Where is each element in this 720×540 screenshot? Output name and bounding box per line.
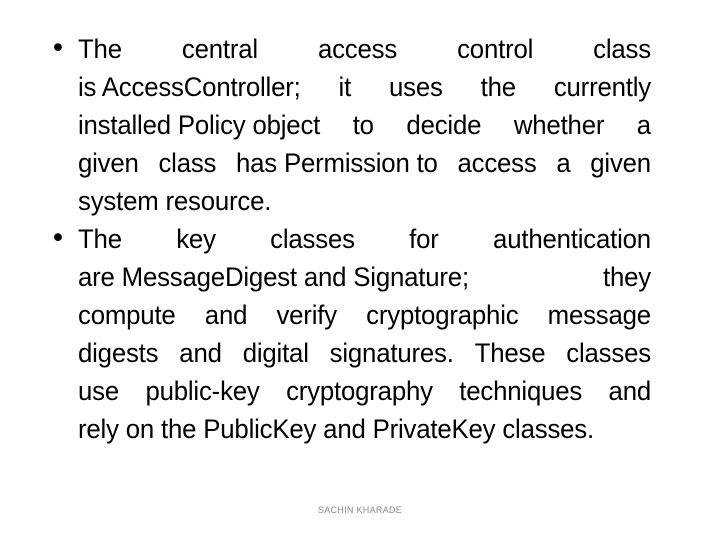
- text-run: verify: [276, 300, 337, 330]
- text-run: techniques: [459, 376, 583, 406]
- text-run: cryptographic: [366, 300, 519, 330]
- text-run: for: [409, 224, 439, 254]
- bullet-text-access-control: The central access control class is AccessCon…: [78, 30, 651, 220]
- text-line: system resource.: [78, 186, 272, 216]
- bullet-item-authentication: • The key classes for authentication are Mess…: [44, 220, 678, 448]
- text-line: is AccessController; it uses the currently: [78, 68, 651, 106]
- text-run: access: [457, 148, 537, 178]
- text-run: message: [547, 300, 651, 330]
- text-run: classes: [566, 338, 651, 368]
- text-line: The key classes for authentication: [78, 220, 651, 258]
- text-run: currently: [553, 72, 651, 102]
- text-run: class: [158, 148, 217, 178]
- bullet-item-access-control: • The central access control class is AccessC…: [44, 30, 678, 220]
- text-run: given: [590, 148, 651, 178]
- bullet-marker-icon: •: [50, 33, 66, 64]
- text-run: a: [556, 148, 571, 178]
- slide-canvas: • The central access control class is AccessC…: [0, 0, 720, 540]
- text-run: key: [176, 224, 216, 254]
- text-run: public-key: [145, 376, 260, 406]
- text-run: given: [78, 148, 139, 178]
- text-run: use: [78, 376, 120, 406]
- text-run: the: [480, 72, 516, 102]
- text-run: digital: [242, 338, 309, 368]
- slide-body-content: • The central access control class is AccessC…: [44, 30, 678, 448]
- text-run: digests: [78, 338, 159, 368]
- text-run: and: [204, 300, 248, 330]
- text-line: installed Policy object to decide whether a: [78, 106, 651, 144]
- text-line: The central access control class: [78, 30, 651, 68]
- text-line: are MessageDigest and Signature; they: [78, 258, 651, 296]
- text-run: authentication: [493, 224, 651, 254]
- text-run: classes: [270, 224, 355, 254]
- bullet-text-authentication: The key classes for authentication are Messag…: [78, 220, 651, 448]
- text-run: uses: [388, 72, 443, 102]
- text-run: These: [474, 338, 546, 368]
- text-run: control: [457, 34, 534, 64]
- text-run: class: [593, 34, 651, 64]
- text-run: they: [603, 262, 651, 292]
- text-run: cryptography: [286, 376, 433, 406]
- text-line: use public-key cryptography techniques and: [78, 372, 651, 410]
- text-run: a: [636, 110, 651, 140]
- text-run: and: [608, 376, 652, 406]
- text-run: to: [352, 110, 374, 140]
- text-run: installed Policy object: [78, 110, 321, 140]
- text-line: given class has Permission to access a given: [78, 144, 651, 182]
- bullet-marker-icon: •: [50, 223, 66, 254]
- text-run: are MessageDigest and Signature;: [78, 262, 469, 292]
- text-run: and: [179, 338, 222, 368]
- text-run: whether: [513, 110, 605, 140]
- text-run: has Permission to: [236, 148, 438, 178]
- text-run: it: [338, 72, 352, 102]
- text-line: compute and verify cryptographic message: [78, 296, 651, 334]
- text-run: central: [181, 34, 258, 64]
- text-line: rely on the PublicKey and PrivateKey cla…: [78, 414, 594, 444]
- text-run: access: [317, 34, 398, 64]
- text-run: compute: [78, 300, 176, 330]
- text-run: The: [78, 34, 122, 64]
- text-run: decide: [406, 110, 482, 140]
- text-run: is AccessController;: [78, 72, 301, 102]
- footer-credit-text: SACHIN KHARADE: [317, 505, 403, 515]
- text-run: signatures.: [329, 338, 454, 368]
- text-run: The: [78, 224, 122, 254]
- text-line: digests and digital signatures. These classes: [78, 334, 651, 372]
